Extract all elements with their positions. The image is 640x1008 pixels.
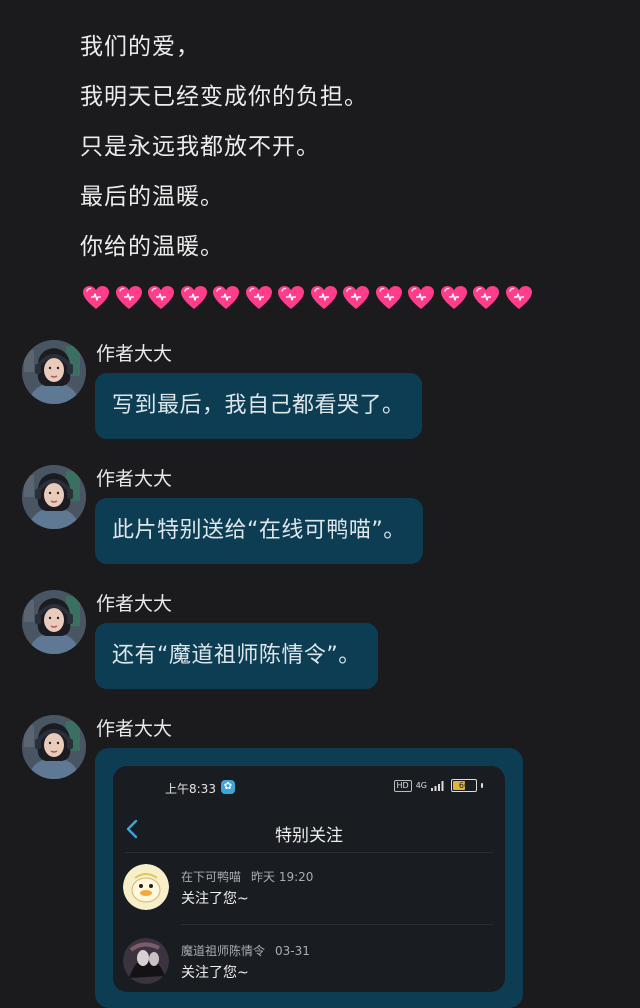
lyrics-block: 我们的爱， 我明天已经变成你的负担。 只是永远我都放不开。 最后的温暖。 你给的… (80, 22, 368, 272)
duck-avatar (123, 864, 169, 910)
heart-icon (470, 280, 503, 316)
heart-icon (308, 280, 341, 316)
hearts-row (80, 280, 535, 316)
heart-icon (373, 280, 406, 316)
avatar[interactable] (22, 715, 86, 779)
heart-icon (178, 280, 211, 316)
follow-time: 昨天 19:20 (251, 870, 314, 884)
follower-name: 在下可鸭喵 昨天 19:20 (181, 868, 313, 885)
follower-avatar (123, 938, 169, 984)
sender-name: 作者大大 (96, 468, 173, 490)
follower-name-text: 魔道祖师陈情令 (181, 944, 266, 958)
sender-name: 作者大大 (96, 593, 173, 615)
message-bubble[interactable]: 此片特别送给“在线可鸭喵”。 (95, 498, 423, 564)
divider (181, 924, 493, 925)
battery-icon: 60 (451, 779, 477, 792)
follow-message: 关注了您~ (181, 891, 249, 907)
avatar[interactable] (22, 590, 86, 654)
sender-name: 作者大大 (96, 718, 173, 740)
heart-icon (145, 280, 178, 316)
battery-level: 60 (458, 781, 470, 790)
page-title: 特别关注 (275, 826, 343, 846)
divider (125, 852, 493, 853)
list-item[interactable]: 在下可鸭喵 昨天 19:20 关注了您~ (123, 864, 495, 924)
heart-icon (80, 280, 113, 316)
app-notification-icon: ✿ (221, 780, 235, 794)
heart-icon (243, 280, 276, 316)
hd-icon: HD (393, 779, 412, 792)
follow-time: 03-31 (275, 944, 310, 958)
heart-icon (503, 280, 536, 316)
sender-name: 作者大大 (96, 343, 173, 365)
heart-icon (275, 280, 308, 316)
message-bubble[interactable]: 写到最后，我自己都看哭了。 (95, 373, 422, 439)
follow-message: 关注了您~ (181, 965, 249, 981)
avatar[interactable] (22, 465, 86, 529)
follower-name-text: 在下可鸭喵 (181, 870, 242, 884)
lyric-line: 我们的爱， (80, 34, 200, 60)
network-label: 4G (415, 781, 427, 790)
shared-screenshot[interactable]: 上午8:33 ✿ HD 4G 60 特别关注 在下可鸭喵 昨天 19:20 关注… (113, 766, 505, 992)
avatar[interactable] (22, 340, 86, 404)
battery-tip (481, 783, 483, 788)
lyric-line: 最后的温暖。 (80, 184, 224, 210)
heart-icon (340, 280, 373, 316)
heart-icon (210, 280, 243, 316)
signal-icon (431, 780, 444, 791)
lyric-line: 我明天已经变成你的负担。 (80, 84, 368, 110)
lyric-line: 你给的温暖。 (80, 234, 224, 260)
status-time: 上午8:33 (165, 782, 216, 796)
heart-icon (113, 280, 146, 316)
list-item[interactable]: 魔道祖师陈情令 03-31 关注了您~ (123, 938, 495, 992)
lyric-line: 只是永远我都放不开。 (80, 134, 320, 160)
heart-icon (438, 280, 471, 316)
follower-name: 魔道祖师陈情令 03-31 (181, 942, 310, 959)
message-bubble[interactable]: 还有“魔道祖师陈情令”。 (95, 623, 378, 689)
heart-icon (405, 280, 438, 316)
status-icons: HD 4G 60 (393, 779, 483, 792)
